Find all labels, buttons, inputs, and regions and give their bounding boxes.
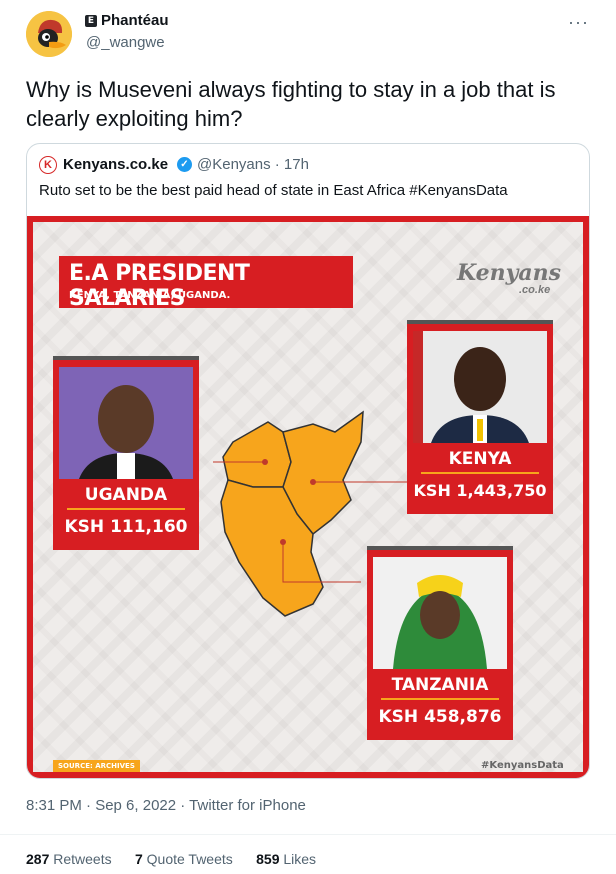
verified-badge-icon: ✓ <box>177 157 192 172</box>
suluhu-photo <box>373 557 507 669</box>
uganda-label: UGANDA <box>84 485 168 505</box>
avatar[interactable] <box>26 11 72 57</box>
duck-avatar-icon <box>26 11 72 57</box>
infographic-title: E.A PRESIDENT SALARIES <box>69 261 250 311</box>
museveni-photo <box>59 367 193 479</box>
divider <box>0 834 616 835</box>
brand-logo-suffix: .co.ke <box>519 284 551 296</box>
likes-stat[interactable]: 859 Likes <box>256 851 316 867</box>
quote-author-name[interactable]: Kenyans.co.ke <box>63 156 168 173</box>
infographic-background: E.A PRESIDENT SALARIES KENYA, TANZANIA, … <box>33 222 583 772</box>
kenyans-logo-icon: K <box>39 156 57 174</box>
infographic-hashtag: #KenyansData <box>481 760 564 771</box>
author-name[interactable]: Phantéau <box>101 12 169 29</box>
tanzania-card: TANZANIA KSH 458,876 <box>367 546 513 740</box>
quote-tweets-stat[interactable]: 7 Quote Tweets <box>135 851 233 867</box>
tweet-stats: 287 Retweets 7 Quote Tweets 859 Likes <box>26 851 316 867</box>
kenya-card: KENYA KSH 1,443,750 <box>407 320 553 514</box>
infographic-image[interactable]: E.A PRESIDENT SALARIES KENYA, TANZANIA, … <box>27 216 589 778</box>
ruto-photo <box>413 331 547 443</box>
more-horizontal-icon[interactable]: ··· <box>568 12 589 33</box>
tweet-timestamp[interactable]: 8:31 PM · Sep 6, 2022 · Twitter for iPho… <box>26 797 306 814</box>
tanzania-label: TANZANIA <box>391 675 489 695</box>
quote-text: Ruto set to be the best paid head of sta… <box>39 182 508 199</box>
uganda-map-shape <box>222 421 292 488</box>
quote-tweet-card[interactable]: K Kenyans.co.ke ✓ @Kenyans · 17h Ruto se… <box>26 143 590 779</box>
kenya-salary: KSH 1,443,750 <box>413 481 547 500</box>
label-badge: E <box>85 15 97 27</box>
uganda-salary: KSH 111,160 <box>64 517 188 537</box>
quote-author-handle[interactable]: @Kenyans · 17h <box>197 156 309 173</box>
source-label: SOURCE: ARCHIVES <box>53 760 140 772</box>
tanzania-salary: KSH 458,876 <box>378 707 502 727</box>
retweets-stat[interactable]: 287 Retweets <box>26 851 112 867</box>
kenya-label: KENYA <box>448 449 512 469</box>
uganda-card: UGANDA KSH 111,160 <box>53 356 199 550</box>
author-handle[interactable]: @_wangwe <box>86 34 165 51</box>
infographic-subtitle: KENYA, TANZANIA, UGANDA. <box>69 290 231 301</box>
brand-logo: Kenyans <box>457 260 562 286</box>
tweet-text: Why is Museveni always fighting to stay … <box>26 77 556 131</box>
title-box: E.A PRESIDENT SALARIES KENYA, TANZANIA, … <box>59 256 353 311</box>
